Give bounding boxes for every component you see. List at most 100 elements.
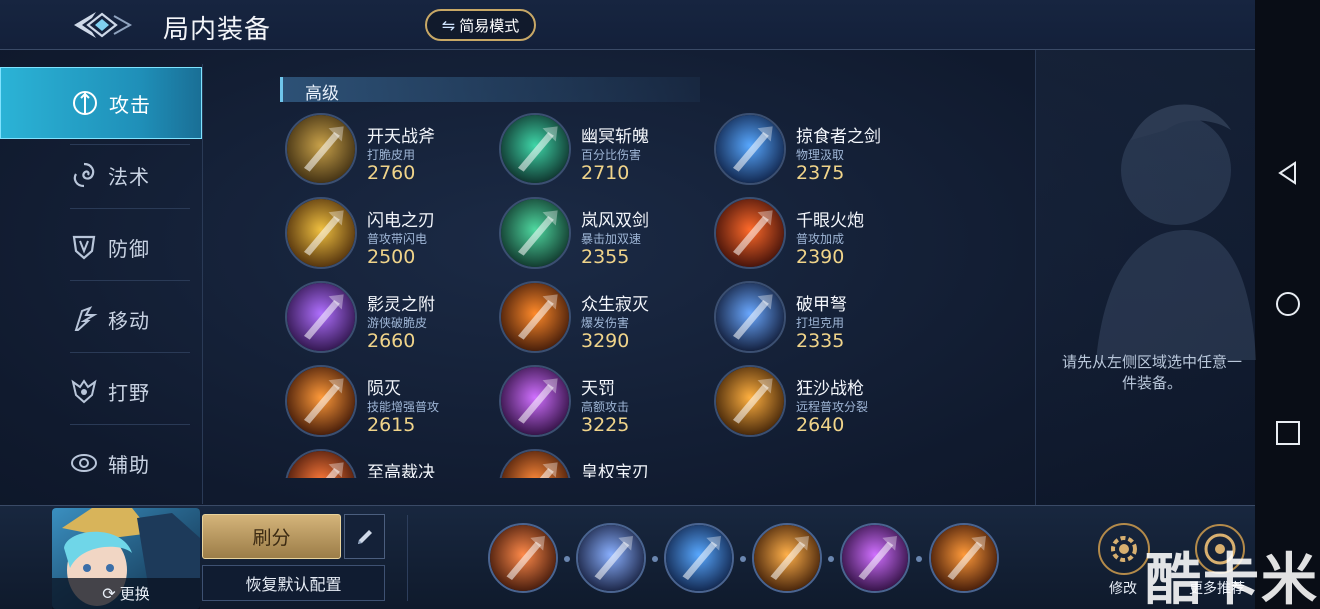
magic-icon: [70, 161, 98, 189]
edit-button[interactable]: [344, 514, 385, 559]
equipment-name: 影灵之附: [367, 295, 435, 315]
build-slot-6[interactable]: [929, 523, 999, 593]
change-hero-button[interactable]: ⟳ 更换: [52, 578, 200, 609]
nav-recents-icon[interactable]: [1275, 420, 1301, 446]
equipment-price: 3225: [581, 414, 630, 436]
defense-icon: [70, 233, 98, 261]
equipment-price: 2355: [581, 246, 630, 268]
category-label: 移动: [108, 308, 150, 333]
select-hint-text: 请先从左侧区域选中任意一件装备。: [1062, 353, 1243, 392]
android-nav-bar: [1255, 0, 1320, 609]
equipment-desc: 物理汲取: [796, 148, 845, 162]
equipment-name: 破甲弩: [796, 295, 847, 315]
pencil-icon: [357, 529, 372, 544]
equipment-item[interactable]: 狂沙战枪 远程普攻分裂 2640: [714, 362, 924, 440]
equipment-icon: [285, 197, 357, 269]
equipment-price: 2660: [367, 330, 416, 352]
back-button[interactable]: [70, 8, 134, 42]
equipment-icon: [714, 197, 786, 269]
refresh-icon: ⟳: [102, 584, 116, 603]
category-movement[interactable]: 移动: [0, 283, 202, 355]
equipment-name: 幽冥斩魄: [581, 127, 649, 147]
equipment-item[interactable]: 岚风双剑 暴击加双速 2355: [499, 194, 709, 272]
gear-icon: [1098, 523, 1150, 575]
equipment-name: 掠食者之剑: [796, 127, 881, 147]
equipment-grid: 开天战斧 打脆皮用 2760 幽冥斩魄 百分比伤害 2710 掠食者之剑 物理汲…: [285, 110, 935, 478]
category-attack[interactable]: 攻击: [0, 67, 202, 139]
equipment-desc: 普攻带闪电: [367, 232, 428, 246]
category-sidebar: 攻击 法术 防御 移动 打野 辅助: [0, 64, 202, 504]
equipment-price: 2640: [796, 414, 845, 436]
equipment-item[interactable]: 陨灭 技能增强普攻 2615: [285, 362, 495, 440]
category-label: 法术: [108, 164, 150, 189]
category-label: 攻击: [109, 92, 151, 117]
equipment-item[interactable]: 皇权宝刃: [499, 446, 709, 478]
build-slot-1[interactable]: [488, 523, 558, 593]
equipment-name: 至高裁决: [367, 463, 435, 478]
slot-connector: [564, 556, 570, 562]
equipment-name: 众生寂灭: [581, 295, 649, 315]
equipment-desc: 百分比伤害: [581, 148, 642, 162]
hero-silhouette-icon: [1096, 104, 1256, 360]
score-button[interactable]: 刷分: [202, 514, 341, 559]
section-header: 高级: [280, 77, 700, 104]
equipment-icon: [714, 365, 786, 437]
reset-default-button[interactable]: 恢复默认配置: [202, 565, 385, 601]
sidebar-divider: [202, 64, 203, 504]
equipment-item[interactable]: 千眼火炮 普攻加成 2390: [714, 194, 924, 272]
equipment-icon: [285, 449, 357, 478]
equipment-name: 皇权宝刃: [581, 463, 649, 478]
equipment-desc: 打脆皮用: [367, 148, 416, 162]
support-icon: [70, 449, 98, 477]
equipment-icon: [499, 197, 571, 269]
simple-mode-button[interactable]: ⇋ 简易模式: [425, 9, 536, 41]
equipment-name: 天罚: [581, 379, 615, 399]
equipment-icon: [499, 113, 571, 185]
category-jungle[interactable]: 打野: [0, 355, 202, 427]
nav-home-icon[interactable]: [1275, 291, 1301, 317]
equipment-item[interactable]: 闪电之刃 普攻带闪电 2500: [285, 194, 495, 272]
equipment-icon: [499, 449, 571, 478]
equipment-item[interactable]: 众生寂灭 爆发伤害 3290: [499, 278, 709, 356]
modify-label: 修改: [1109, 581, 1137, 597]
modify-button[interactable]: [1096, 521, 1152, 577]
build-slot-4[interactable]: [752, 523, 822, 593]
category-magic[interactable]: 法术: [0, 139, 202, 211]
slot-connector: [916, 556, 922, 562]
build-slot-5[interactable]: [840, 523, 910, 593]
category-support[interactable]: 辅助: [0, 427, 202, 499]
equipment-price: 2760: [367, 162, 416, 184]
equipment-item[interactable]: 破甲弩 打坦克用 2335: [714, 278, 924, 356]
change-hero-label: 更换: [119, 585, 150, 603]
jungle-icon: [70, 377, 98, 405]
divider: [70, 280, 190, 281]
equipment-item[interactable]: 开天战斧 打脆皮用 2760: [285, 110, 495, 188]
header-bar: 局内装备 ⇋ 简易模式: [0, 0, 1255, 50]
equipment-item[interactable]: 影灵之附 游侠破脆皮 2660: [285, 278, 495, 356]
equipment-price: 2710: [581, 162, 630, 184]
divider: [70, 424, 190, 425]
simple-mode-label: 简易模式: [459, 16, 520, 35]
equipment-desc: 远程普攻分裂: [796, 400, 869, 414]
equipment-item[interactable]: 天罚 高额攻击 3225: [499, 362, 709, 440]
equipment-name: 闪电之刃: [367, 211, 435, 231]
equipment-price: 2500: [367, 246, 416, 268]
nav-back-icon[interactable]: [1275, 160, 1301, 186]
equipment-item[interactable]: 幽冥斩魄 百分比伤害 2710: [499, 110, 709, 188]
equipment-item[interactable]: 至高裁决: [285, 446, 495, 478]
swap-arrows-icon: ⇋: [441, 15, 456, 35]
build-slot-2[interactable]: [576, 523, 646, 593]
equipment-desc: 高额攻击: [581, 400, 630, 414]
equipment-icon: [285, 281, 357, 353]
category-label: 打野: [108, 380, 150, 405]
equipment-icon: [285, 365, 357, 437]
equipment-name: 岚风双剑: [581, 211, 649, 231]
equipment-price: 2390: [796, 246, 845, 268]
build-slot-3[interactable]: [664, 523, 734, 593]
page-title: 局内装备: [163, 15, 272, 45]
equipment-item[interactable]: 掠食者之剑 物理汲取 2375: [714, 110, 924, 188]
equipment-name: 开天战斧: [367, 127, 435, 147]
detail-panel: [1035, 50, 1256, 505]
category-defense[interactable]: 防御: [0, 211, 202, 283]
divider: [70, 352, 190, 353]
